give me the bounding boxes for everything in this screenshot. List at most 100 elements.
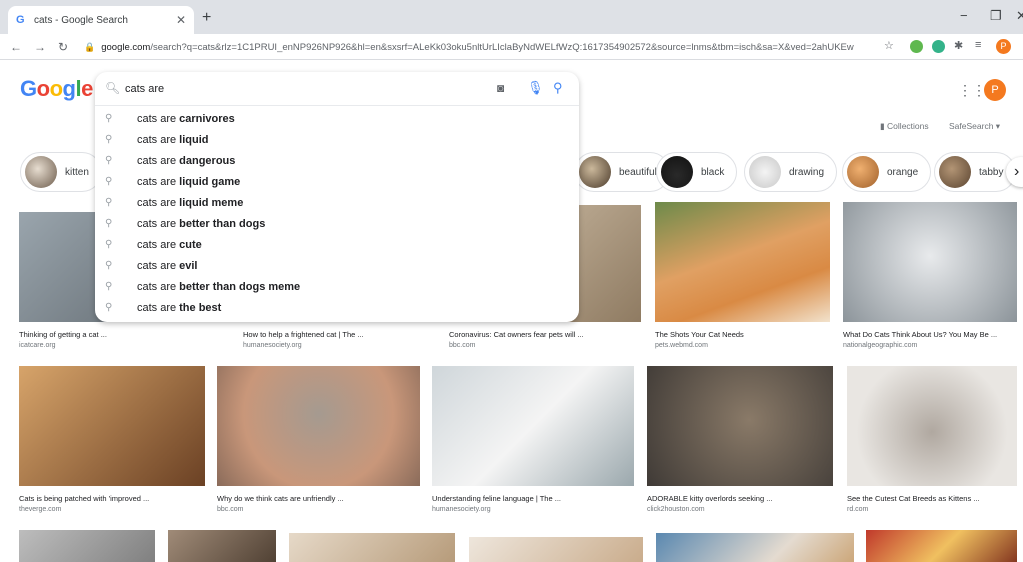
close-window-icon[interactable]: ✕ — [1016, 8, 1023, 24]
search-box: 🔍︎ ◙ 🎙︎ ⚲ ⚲cats arecarnivores ⚲cats arel… — [95, 72, 579, 322]
result-caption[interactable]: Why do we think cats are unfriendly ... — [217, 494, 420, 503]
result-caption[interactable]: Coronavirus: Cat owners fear pets will .… — [449, 330, 641, 339]
result-image[interactable] — [432, 366, 634, 486]
chip-tabby[interactable]: tabby — [934, 152, 1017, 192]
search-icon: ⚲ — [105, 260, 113, 271]
result-source[interactable]: nationalgeographic.com — [843, 342, 917, 349]
suggestion-item[interactable]: ⚲ cats are liquid game — [95, 171, 579, 192]
search-icon: ⚲ — [105, 239, 113, 250]
suggestion-item[interactable]: ⚲ cats are better than dogs — [95, 213, 579, 234]
suggestion-item[interactable]: ⚲ cats are evil — [95, 255, 579, 276]
result-source[interactable]: rd.com — [847, 506, 868, 513]
result-source[interactable]: humanesociety.org — [432, 506, 491, 513]
search-row: 🔍︎ ◙ 🎙︎ ⚲ — [95, 72, 579, 106]
collections-link[interactable]: ▮ Collections — [880, 121, 929, 132]
chip-drawing[interactable]: drawing — [744, 152, 838, 192]
minimize-icon[interactable]: − — [960, 8, 968, 23]
image-result[interactable]: The Shots Your Cat Needs pets.webmd.com — [655, 202, 830, 357]
bookmark-star-icon[interactable]: ☆ — [884, 39, 894, 52]
google-favicon-icon: G — [16, 14, 25, 26]
reading-list-icon[interactable]: ≡ — [975, 39, 981, 51]
suggestion-item[interactable]: ⚲ cats are better than dogs meme — [95, 276, 579, 297]
google-logo[interactable]: Google — [20, 76, 93, 102]
suggestion-item[interactable]: ⚲ cats are the best — [95, 297, 579, 318]
microphone-icon[interactable]: 🎙︎ — [527, 80, 544, 96]
search-button-icon[interactable]: ⚲ — [553, 80, 563, 96]
search-input[interactable] — [125, 80, 485, 98]
result-image[interactable] — [647, 366, 833, 486]
result-caption[interactable]: Thinking of getting a cat ... — [19, 330, 219, 339]
tab-title: cats - Google Search — [34, 14, 128, 26]
image-result[interactable]: Understanding feline language | The ... … — [432, 366, 634, 516]
result-caption[interactable]: Understanding feline language | The ... — [432, 494, 634, 503]
result-source[interactable]: humanesociety.org — [243, 342, 302, 349]
maximize-icon[interactable]: ❐ — [990, 8, 1002, 24]
search-icon: ⚲ — [105, 155, 113, 166]
image-result[interactable]: ADORABLE kitty overlords seeking ... cli… — [647, 366, 833, 516]
chip-thumbnail — [847, 156, 879, 188]
account-avatar[interactable]: P — [984, 79, 1006, 101]
reload-icon[interactable]: ↻ — [58, 40, 68, 54]
autocomplete-list: ⚲ cats are carnivores ⚲ cats are liquid ⚲ cat… — [95, 108, 579, 318]
image-result[interactable]: See the Cutest Cat Breeds as Kittens ...… — [847, 366, 1017, 516]
result-source[interactable]: pets.webmd.com — [655, 342, 708, 349]
search-icon: ⚲ — [105, 197, 113, 208]
new-tab-icon[interactable]: + — [202, 9, 211, 27]
search-icon: ⚲ — [105, 302, 113, 313]
chip-thumbnail — [749, 156, 781, 188]
result-caption[interactable]: See the Cutest Cat Breeds as Kittens ... — [847, 494, 1017, 503]
extension-green-icon[interactable] — [910, 40, 923, 53]
suggestion-item[interactable]: ⚲ cats are cute — [95, 234, 579, 255]
url-path: /search?q=cats&rlz=1C1PRUI_enNP926NP926&… — [150, 41, 854, 53]
result-image[interactable] — [469, 537, 643, 562]
search-icon: ⚲ — [105, 113, 113, 124]
result-source[interactable]: icatcare.org — [19, 342, 56, 349]
back-icon[interactable]: ← — [10, 40, 22, 54]
result-image[interactable] — [217, 366, 420, 486]
search-icon: ⚲ — [105, 134, 113, 145]
search-icon: ⚲ — [105, 281, 113, 292]
result-image[interactable] — [656, 533, 854, 562]
suggestion-item[interactable]: ⚲ cats are carnivores — [95, 108, 579, 129]
browser-window: G cats - Google Search ✕ + − ❐ ✕ ← → ↻ 🔒… — [0, 0, 1023, 562]
extension-teal-icon[interactable] — [932, 40, 945, 53]
chip-kitten[interactable]: kitten — [20, 152, 102, 192]
lock-icon: 🔒 — [84, 41, 96, 52]
result-image[interactable] — [847, 366, 1017, 486]
suggestion-item[interactable]: ⚲ cats are dangerous — [95, 150, 579, 171]
result-caption[interactable]: Cats is being patched with 'improved ... — [19, 494, 205, 503]
suggestion-item[interactable]: ⚲ cats are liquid — [95, 129, 579, 150]
result-source[interactable]: click2houston.com — [647, 506, 705, 513]
browser-profile-avatar[interactable]: P — [996, 39, 1011, 54]
search-icon: ⚲ — [105, 176, 113, 187]
result-image[interactable] — [866, 530, 1017, 562]
result-source[interactable]: bbc.com — [449, 342, 475, 349]
chip-black[interactable]: black — [656, 152, 738, 192]
browser-tab[interactable]: G cats - Google Search ✕ — [8, 6, 194, 34]
suggestion-item[interactable]: ⚲ cats are liquid meme — [95, 192, 579, 213]
image-result[interactable]: Cats is being patched with 'improved ...… — [19, 366, 205, 516]
camera-icon[interactable]: ◙ — [497, 81, 504, 95]
forward-icon[interactable]: → — [34, 40, 46, 54]
result-image[interactable] — [655, 202, 830, 322]
result-caption[interactable]: ADORABLE kitty overlords seeking ... — [647, 494, 833, 503]
safesearch-dropdown[interactable]: SafeSearch ▾ — [949, 121, 1000, 132]
image-result[interactable]: Why do we think cats are unfriendly ... … — [217, 366, 420, 516]
address-bar[interactable]: 🔒 google.com /search?q=cats&rlz=1C1PRUI_… — [84, 37, 854, 57]
result-image[interactable] — [168, 530, 276, 562]
result-image[interactable] — [289, 533, 455, 562]
extensions-puzzle-icon[interactable]: ✱ — [954, 39, 963, 52]
result-source[interactable]: bbc.com — [217, 506, 243, 513]
chip-thumbnail — [661, 156, 693, 188]
result-caption[interactable]: The Shots Your Cat Needs — [655, 330, 830, 339]
result-source[interactable]: theverge.com — [19, 506, 61, 513]
result-image[interactable] — [19, 366, 205, 486]
chip-orange[interactable]: orange — [842, 152, 932, 192]
search-icon: ⚲ — [105, 218, 113, 229]
result-image[interactable] — [19, 530, 155, 562]
result-caption[interactable]: How to help a frightened cat | The ... — [243, 330, 443, 339]
tab-close-icon[interactable]: ✕ — [176, 13, 186, 27]
image-result[interactable]: What Do Cats Think About Us? You May Be … — [843, 202, 1017, 357]
result-image[interactable] — [843, 202, 1017, 322]
result-caption[interactable]: What Do Cats Think About Us? You May Be … — [843, 330, 1017, 339]
